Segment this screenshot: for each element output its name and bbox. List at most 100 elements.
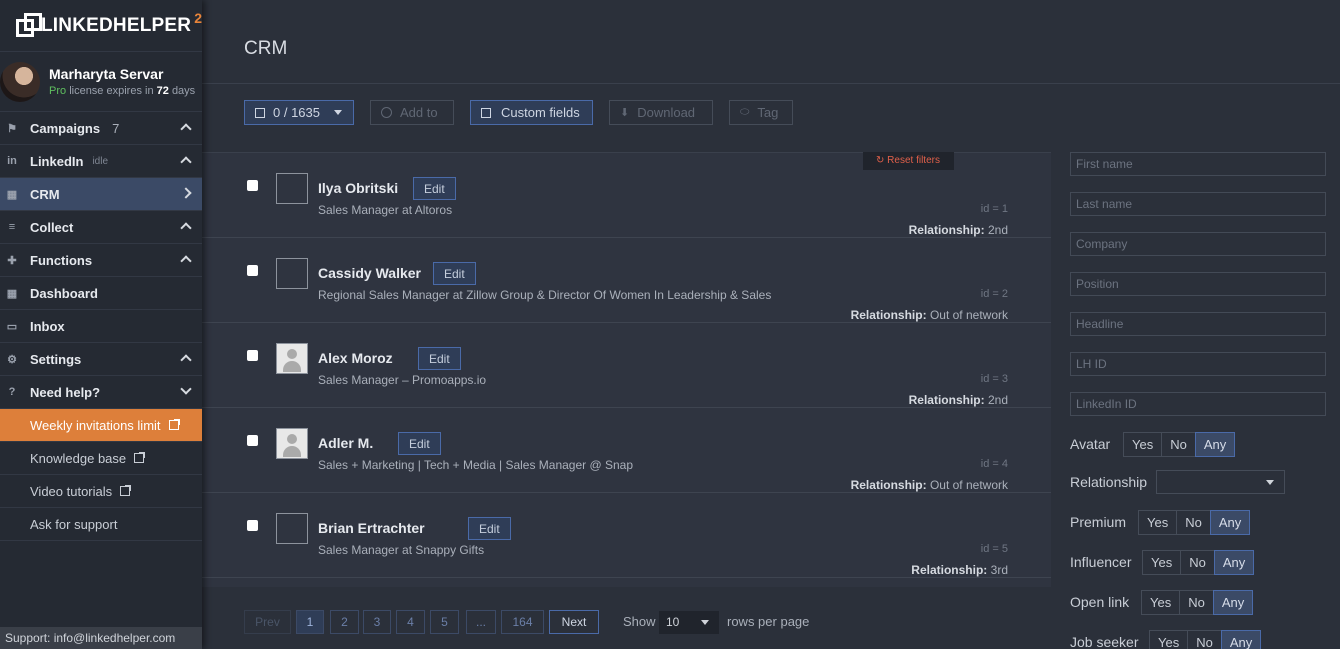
relationship-select[interactable] [1156, 470, 1285, 494]
option-no[interactable]: No [1161, 432, 1196, 457]
nav-item-dashboard[interactable]: ▦ Dashboard [0, 277, 202, 310]
tag-button[interactable]: ⬭ Tag [729, 100, 793, 125]
option-yes[interactable]: Yes [1138, 510, 1178, 535]
option-any[interactable]: Any [1212, 590, 1254, 615]
help-link-knowledge-base[interactable]: Knowledge base [0, 442, 202, 475]
table-row: Brian Ertrachter Edit Sales Manager at Sna… [202, 493, 1051, 578]
row-checkbox[interactable] [247, 435, 258, 446]
chevron-down-icon [334, 110, 342, 115]
relationship-value: Out of network [929, 478, 1008, 492]
profile-id: id = 1 [980, 203, 1008, 215]
page-button[interactable]: 1 [296, 610, 324, 634]
option-no[interactable]: No [1176, 510, 1211, 535]
user-panel[interactable]: Marharyta Servar Pro license expires in … [0, 52, 202, 112]
puzzle-icon: ✚ [7, 254, 17, 267]
option-no[interactable]: No [1179, 590, 1214, 615]
chevron-down-icon [1266, 480, 1274, 485]
filter-last-name-input[interactable]: Last name [1070, 192, 1326, 216]
filter-open-link-label: Open link [1070, 594, 1130, 610]
add-to-button[interactable]: Add to [370, 100, 454, 125]
dashboard-icon: ▦ [6, 287, 18, 300]
grid-icon: ▦ [6, 188, 18, 201]
page-button[interactable]: 4 [396, 610, 425, 634]
chevron-up-icon [180, 222, 192, 234]
prev-page-button[interactable]: Prev [244, 610, 291, 634]
profile-name[interactable]: Alex Moroz [318, 350, 393, 366]
option-any[interactable]: Any [1220, 630, 1262, 649]
nav-item-need-help[interactable]: ? Need help? [0, 376, 202, 409]
nav-item-settings[interactable]: ⚙ Settings [0, 343, 202, 376]
page-button[interactable]: 2 [330, 610, 359, 634]
profile-headline: Regional Sales Manager at Zillow Group &… [318, 288, 772, 302]
relationship-value: 2nd [987, 393, 1008, 407]
table-row: Adler M. Edit Sales + Marketing | Tech + M… [202, 408, 1051, 493]
option-any[interactable]: Any [1209, 510, 1251, 535]
nav-item-linkedin[interactable]: in LinkedIn idle [0, 145, 202, 178]
brand-version: 2 [194, 9, 202, 26]
chevron-up-icon [180, 354, 192, 366]
nav-item-collect[interactable]: ≡ Collect [0, 211, 202, 244]
nav-item-campaigns[interactable]: ⚑ Campaigns 7 [0, 112, 202, 145]
user-name: Marharyta Servar [49, 66, 164, 82]
profile-name[interactable]: Ilya Obritski [318, 180, 398, 196]
page-button[interactable]: 164 [501, 610, 544, 634]
option-yes[interactable]: Yes [1141, 590, 1181, 615]
download-button[interactable]: ⬇ Download [609, 100, 713, 125]
row-checkbox[interactable] [247, 180, 258, 191]
filter-linkedin-id-input[interactable]: LinkedIn ID [1070, 392, 1326, 416]
page-button[interactable]: ... [466, 610, 496, 634]
nav-item-crm[interactable]: ▦ CRM [0, 178, 202, 211]
row-checkbox[interactable] [247, 520, 258, 531]
edit-button[interactable]: Edit [468, 517, 511, 540]
profile-id: id = 2 [980, 288, 1008, 300]
filter-company-input[interactable]: Company [1070, 232, 1326, 256]
avatar [0, 61, 40, 102]
filter-job-seeker-label: Job seeker [1070, 634, 1139, 649]
edit-button[interactable]: Edit [413, 177, 456, 200]
nav-label: Functions [30, 252, 93, 268]
nav-item-functions[interactable]: ✚ Functions [0, 244, 202, 277]
select-all-dropdown[interactable]: 0 / 1635 [244, 100, 354, 125]
profile-headline: Sales Manager at Altoros [318, 203, 453, 217]
help-link-weekly-invitations-limit[interactable]: Weekly invitations limit [0, 409, 202, 442]
row-checkbox[interactable] [247, 350, 258, 361]
profile-name[interactable]: Adler M. [318, 435, 373, 451]
option-yes[interactable]: Yes [1123, 432, 1163, 457]
custom-fields-button[interactable]: Custom fields [470, 100, 593, 125]
nav-label: Need help? [30, 384, 101, 400]
edit-button[interactable]: Edit [433, 262, 476, 285]
chevron-down-icon [701, 620, 709, 625]
profile-name[interactable]: Brian Ertrachter [318, 520, 425, 536]
rows-per-page-select[interactable]: 10 [659, 611, 719, 634]
logo[interactable]: LINKEDHELPER 2 [0, 0, 202, 52]
option-yes[interactable]: Yes [1142, 550, 1182, 575]
page-button[interactable]: 3 [363, 610, 391, 634]
option-any[interactable]: Any [1194, 432, 1236, 457]
nav-item-inbox[interactable]: ▭ Inbox [0, 310, 202, 343]
page-button[interactable]: 5 [430, 610, 459, 634]
edit-button[interactable]: Edit [418, 347, 461, 370]
nav-label: Inbox [30, 318, 65, 334]
option-yes[interactable]: Yes [1149, 630, 1189, 649]
filter-lh-id-input[interactable]: LH ID [1070, 352, 1326, 376]
nav-label: CRM [30, 186, 60, 202]
external-link-icon [120, 485, 132, 496]
help-link-video-tutorials[interactable]: Video tutorials [0, 475, 202, 508]
filter-first-name-input[interactable]: First name [1070, 152, 1326, 176]
reset-filters-button[interactable]: ↻ Reset filters [863, 152, 954, 170]
edit-button[interactable]: Edit [398, 432, 441, 455]
table-row: Cassidy Walker Edit Regional Sales Manager… [202, 238, 1051, 323]
filter-position-input[interactable]: Position [1070, 272, 1326, 296]
profile-headline: Sales Manager at Snappy Gifts [318, 543, 485, 557]
support-email[interactable]: Support: info@linkedhelper.com [0, 627, 202, 649]
option-no[interactable]: No [1180, 550, 1215, 575]
filter-open-link-toggle: Yes No Any [1141, 590, 1254, 615]
option-no[interactable]: No [1187, 630, 1222, 649]
row-checkbox[interactable] [247, 265, 258, 276]
option-any[interactable]: Any [1213, 550, 1255, 575]
filter-relationship-label: Relationship [1070, 474, 1148, 490]
filter-headline-input[interactable]: Headline [1070, 312, 1326, 336]
help-link-ask-for-support[interactable]: Ask for support [0, 508, 202, 541]
profile-name[interactable]: Cassidy Walker [318, 265, 421, 281]
next-page-button[interactable]: Next [549, 610, 599, 634]
